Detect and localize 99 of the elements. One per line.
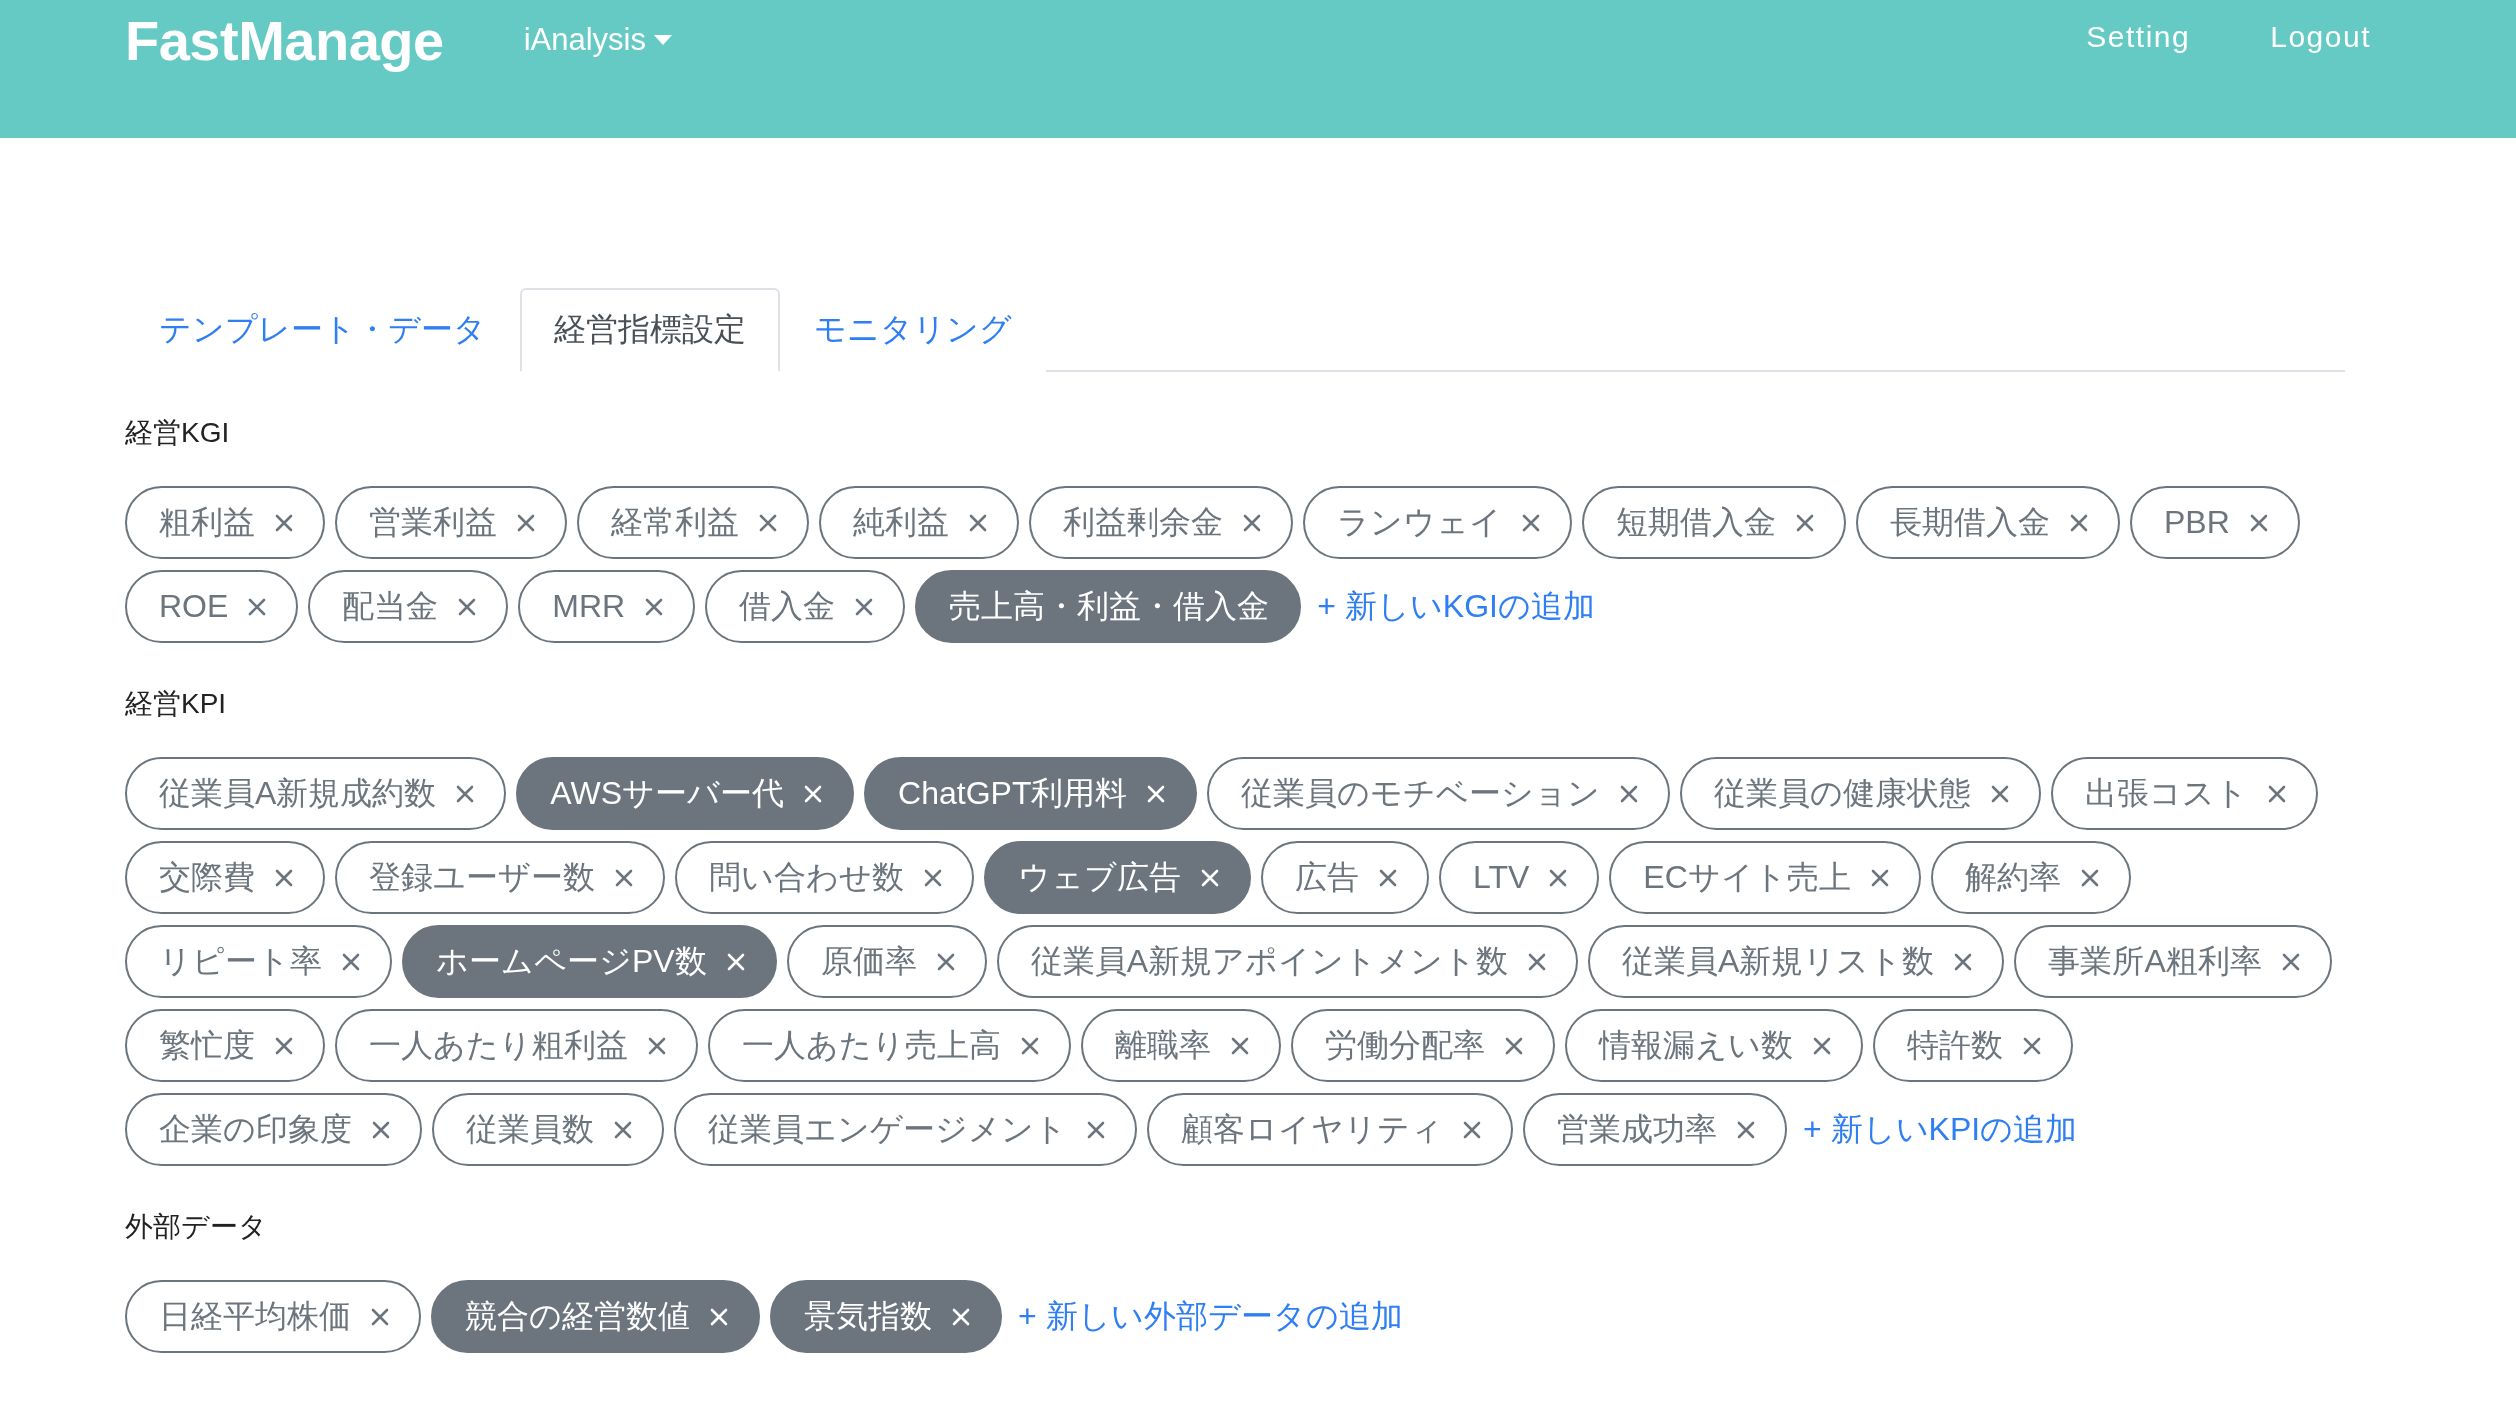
close-icon[interactable] (2070, 513, 2088, 532)
close-icon[interactable] (2281, 952, 2300, 971)
tag-chip[interactable]: 粗利益 (125, 486, 325, 559)
tag-chip[interactable]: 一人あたり売上高 (708, 1009, 1071, 1082)
tag-chip[interactable]: 従業員A新規アポイントメント数 (996, 925, 1579, 998)
close-icon[interactable] (1463, 1120, 1481, 1139)
tag-chip[interactable]: 営業成功率 (1523, 1093, 1787, 1166)
close-icon[interactable] (615, 868, 633, 887)
tag-chip[interactable]: 登録ユーザー数 (335, 841, 665, 914)
add-link[interactable]: + 新しいKGIの追加 (1317, 584, 1595, 629)
close-icon[interactable] (1505, 1036, 1523, 1055)
close-icon[interactable] (456, 784, 475, 803)
tag-chip[interactable]: LTV (1439, 841, 1600, 914)
close-icon[interactable] (275, 513, 293, 532)
close-icon[interactable] (2080, 868, 2099, 887)
tab[interactable]: 経営指標設定 (520, 288, 780, 372)
tag-chip[interactable]: 従業員エンゲージメント (674, 1093, 1137, 1166)
tag-chip[interactable]: 経常利益 (577, 486, 809, 559)
tag-chip[interactable]: 従業員の健康状態 (1680, 757, 2042, 830)
section-title: 経営KGI (125, 416, 231, 450)
tag-chip[interactable]: 利益剰余金 (1029, 486, 1293, 559)
close-icon[interactable] (1870, 868, 1889, 887)
tag-chip[interactable]: 出張コスト (2051, 757, 2319, 830)
tag-chip[interactable]: ROE (125, 570, 299, 643)
tag-chip[interactable]: 広告 (1261, 841, 1429, 914)
tag-chip[interactable]: 従業員数 (432, 1093, 664, 1166)
close-icon[interactable] (1243, 513, 1261, 532)
close-icon[interactable] (372, 1120, 390, 1139)
close-icon[interactable] (648, 1036, 666, 1055)
tag-chip[interactable]: ChatGPT利用料 (864, 757, 1198, 830)
tag-chip[interactable]: 原価率 (786, 925, 987, 998)
close-icon[interactable] (248, 597, 267, 616)
close-icon[interactable] (1737, 1120, 1755, 1139)
tag-chip[interactable]: 配当金 (308, 570, 509, 643)
tag-chip[interactable]: 従業員のモチベーション (1207, 757, 1671, 830)
tag-chip[interactable]: 問い合わせ数 (675, 841, 974, 914)
tag-chip[interactable]: AWSサーバー代 (516, 757, 855, 830)
close-icon[interactable] (275, 1036, 293, 1055)
tag-chip[interactable]: 従業員A新規リスト数 (1588, 925, 2005, 998)
tag-chip[interactable]: 離職率 (1081, 1009, 1281, 1082)
tag-chip[interactable]: 一人あたり粗利益 (335, 1009, 698, 1082)
close-icon[interactable] (1231, 1036, 1249, 1055)
tag-chip[interactable]: 解約率 (1930, 841, 2131, 914)
tag-chip[interactable]: 営業利益 (335, 486, 567, 559)
close-icon[interactable] (517, 513, 535, 532)
close-icon[interactable] (1813, 1036, 1831, 1055)
tag-chip[interactable]: ウェブ広告 (984, 841, 1251, 914)
section-title: 経営KPI (125, 687, 228, 721)
close-icon[interactable] (1549, 868, 1568, 887)
tag-chip[interactable]: PBR (2130, 486, 2300, 559)
tag-chip[interactable]: 事業所A粗利率 (2014, 925, 2332, 998)
tag-chip[interactable]: 企業の印象度 (125, 1093, 422, 1166)
close-icon[interactable] (275, 868, 293, 887)
close-icon[interactable] (936, 952, 955, 971)
close-icon[interactable] (855, 597, 874, 616)
tag-chip[interactable]: 短期借入金 (1582, 486, 1846, 559)
close-icon[interactable] (2023, 1036, 2041, 1055)
close-icon[interactable] (1021, 1036, 1039, 1055)
tag-chip[interactable]: 従業員A新規成約数 (125, 757, 507, 830)
tag-chip[interactable]: 景気指数 (770, 1280, 1002, 1353)
caret-icon (653, 35, 672, 45)
close-icon[interactable] (2268, 784, 2287, 803)
tag-chip[interactable]: ランウェイ (1303, 486, 1572, 559)
close-icon[interactable] (614, 1120, 632, 1139)
close-icon[interactable] (1620, 784, 1639, 803)
tag-chip[interactable]: 繁忙度 (125, 1009, 325, 1082)
tag-chip[interactable]: 純利益 (819, 486, 1019, 559)
add-link[interactable]: + 新しいKPIの追加 (1803, 1107, 2078, 1152)
tag-chip[interactable]: 競合の経営数値 (431, 1280, 760, 1353)
close-icon[interactable] (645, 597, 664, 616)
tag-chip[interactable]: ECサイト売上 (1609, 841, 1921, 914)
add-link[interactable]: + 新しい外部データの追加 (1018, 1294, 1403, 1339)
close-icon[interactable] (371, 1307, 389, 1326)
section-title: 外部データ (125, 1210, 268, 1244)
tag-chip[interactable]: 長期借入金 (1856, 486, 2120, 559)
close-icon[interactable] (458, 597, 477, 616)
close-icon[interactable] (2249, 513, 2268, 532)
close-icon[interactable] (924, 868, 942, 887)
tag-chip[interactable]: 労働分配率 (1291, 1009, 1555, 1082)
close-icon[interactable] (1954, 952, 1973, 971)
tag-chip[interactable]: 日経平均株価 (125, 1280, 421, 1353)
close-icon[interactable] (1796, 513, 1814, 532)
close-icon[interactable] (969, 513, 987, 532)
tag-chip[interactable]: 借入金 (705, 570, 906, 643)
tag-chip[interactable]: 売上高・利益・借入金 (915, 570, 1302, 643)
close-icon[interactable] (759, 513, 777, 532)
tag-chip[interactable]: MRR (518, 570, 696, 643)
close-icon[interactable] (1522, 513, 1540, 532)
close-icon[interactable] (1087, 1120, 1105, 1139)
tag-chip[interactable]: 交際費 (125, 841, 325, 914)
close-icon[interactable] (1528, 952, 1547, 971)
tag-chip[interactable]: ホームページPV数 (402, 925, 777, 998)
close-icon[interactable] (1991, 784, 2010, 803)
close-icon[interactable] (342, 952, 360, 971)
close-icon[interactable] (1379, 868, 1397, 887)
tag-chip[interactable]: 情報漏えい数 (1565, 1009, 1863, 1082)
tag-chip[interactable]: 顧客ロイヤリティ (1147, 1093, 1513, 1166)
tag-chip[interactable]: 特許数 (1873, 1009, 2073, 1082)
tag-chip[interactable]: リピート率 (125, 925, 392, 998)
